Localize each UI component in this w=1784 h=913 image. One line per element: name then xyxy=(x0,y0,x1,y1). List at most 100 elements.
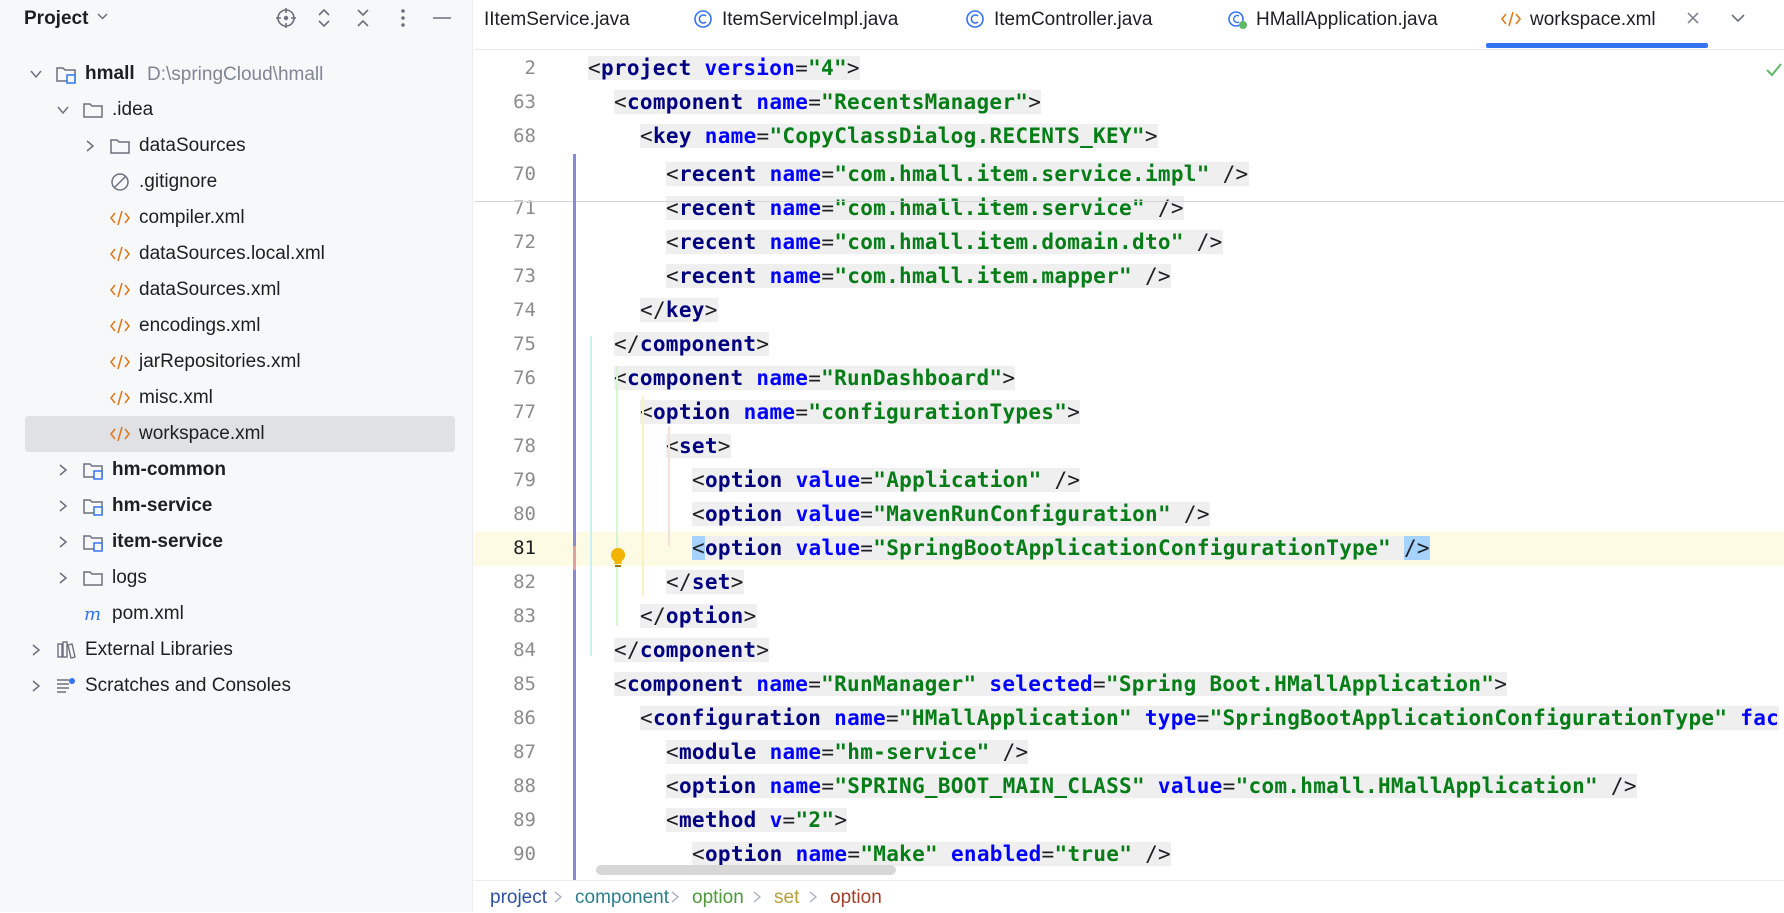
tree-item-hm-common[interactable]: hm-common xyxy=(0,452,473,488)
code-token: = xyxy=(821,774,835,798)
project-view-selector[interactable]: Project xyxy=(24,8,88,30)
code-line[interactable]: 77 <option name="configurationTypes"> xyxy=(474,396,1784,430)
no-problems-check-icon[interactable] xyxy=(1764,60,1784,80)
code-text: <component name="RunDashboard"> xyxy=(614,366,1016,390)
chevron-down-icon[interactable] xyxy=(30,68,42,80)
code-token: option xyxy=(665,604,744,628)
more-options-icon[interactable] xyxy=(392,7,414,29)
tree-item-datasources-xml[interactable]: dataSources.xml xyxy=(0,272,473,308)
code-token: </ xyxy=(666,570,692,594)
horizontal-scrollbar[interactable] xyxy=(596,865,896,875)
breadcrumb-item-1[interactable]: component xyxy=(575,887,669,909)
tab-list-chevron-icon[interactable] xyxy=(1730,10,1746,26)
code-line[interactable]: 82 </set> xyxy=(474,566,1784,600)
code-line[interactable]: 73 <recent name="com.hmall.item.mapper" /… xyxy=(474,260,1784,294)
code-line[interactable]: 86 <configuration name="HMallApplication"… xyxy=(474,702,1784,736)
chevron-right-icon[interactable] xyxy=(57,536,69,548)
code-token: </ xyxy=(640,298,666,322)
code-token xyxy=(756,808,770,832)
breadcrumb-item-3[interactable]: set xyxy=(774,887,799,909)
chevron-right-icon[interactable] xyxy=(57,500,69,512)
code-token: name xyxy=(756,90,809,114)
active-tab-indicator xyxy=(1486,43,1708,48)
code-line[interactable]: 70 <recent name="com.hmall.item.service.i… xyxy=(474,158,1784,192)
tree-item-external-libraries[interactable]: External Libraries xyxy=(0,632,473,668)
editor-tab-itemserviceimpl-java[interactable]: ItemServiceImpl.java xyxy=(684,0,956,49)
code-token: name xyxy=(795,842,848,866)
code-token: name xyxy=(769,162,822,186)
chevron-right-icon[interactable] xyxy=(84,140,96,152)
code-line[interactable]: 89 <method v="2"> xyxy=(474,804,1784,838)
code-token: < xyxy=(692,468,705,492)
breadcrumb-item-2[interactable]: option xyxy=(692,887,744,909)
code-line[interactable]: 71 <recent name="com.hmall.item.service" … xyxy=(474,192,1784,226)
code-line[interactable]: 2 <project version="4"> xyxy=(474,52,1784,86)
code-line[interactable]: 74 </key> xyxy=(474,294,1784,328)
code-line[interactable]: 80 <option value="MavenRunConfiguration" … xyxy=(474,498,1784,532)
close-tab-icon[interactable] xyxy=(1684,9,1702,27)
breadcrumb-item-4[interactable]: option xyxy=(830,887,882,909)
code-token: = xyxy=(860,502,874,526)
tree-item-datasources-local-xml[interactable]: dataSources.local.xml xyxy=(0,236,473,272)
code-line[interactable]: 78 <set> xyxy=(474,430,1784,464)
code-line[interactable]: 85 <component name="RunManager" selected=… xyxy=(474,668,1784,702)
code-line[interactable]: 63 <component name="RecentsManager"> xyxy=(474,86,1784,120)
code-token: /> xyxy=(1132,842,1172,866)
tree-item-scratches[interactable]: Scratches and Consoles xyxy=(0,668,473,704)
code-editor[interactable]: 2 <project version="4"> 63 <component name=… xyxy=(474,50,1784,880)
code-line[interactable]: 83 </option> xyxy=(474,600,1784,634)
tree-item-jarrepositories-xml[interactable]: jarRepositories.xml xyxy=(0,344,473,380)
tree-item-item-service[interactable]: item-service xyxy=(0,524,473,560)
code-token: recent xyxy=(678,162,757,186)
code-line[interactable]: 87 <module name="hm-service" /> xyxy=(474,736,1784,770)
tree-item-label: encodings.xml xyxy=(139,315,261,336)
tree-item-idea[interactable]: .idea xyxy=(0,92,473,128)
tree-item-compiler-xml[interactable]: compiler.xml xyxy=(0,200,473,236)
tree-item-datasources[interactable]: dataSources xyxy=(0,128,473,164)
code-token: /> xyxy=(1597,774,1637,798)
code-token xyxy=(782,502,796,526)
expand-all-icon[interactable] xyxy=(313,7,335,29)
code-line[interactable]: 88 <option name="SPRING_BOOT_MAIN_CLASS" … xyxy=(474,770,1784,804)
code-line[interactable]: 84 </component> xyxy=(474,634,1784,668)
tree-item-gitignore[interactable]: .gitignore xyxy=(0,164,473,200)
collapse-all-icon[interactable] xyxy=(352,7,374,29)
tree-item-logs[interactable]: logs xyxy=(0,560,473,596)
code-line-current[interactable]: 81 <option value="SpringBootApplicationCo… xyxy=(474,532,1784,566)
intention-bulb-icon[interactable] xyxy=(609,546,627,570)
code-token: < xyxy=(666,162,679,186)
tree-item-workspace-xml[interactable]: workspace.xml xyxy=(0,416,473,452)
tree-item-encodings-xml[interactable]: encodings.xml xyxy=(0,308,473,344)
line-number: 90 xyxy=(513,843,536,865)
locate-file-icon[interactable] xyxy=(275,7,297,29)
code-line[interactable]: 76 <component name="RunDashboard"> xyxy=(474,362,1784,396)
tree-item-hmall[interactable]: hmall D:\springCloud\hmall xyxy=(0,56,473,92)
tree-item-pom-xml[interactable]: m pom.xml xyxy=(0,596,473,632)
code-token: < xyxy=(666,774,679,798)
chevron-right-icon[interactable] xyxy=(57,572,69,584)
chevron-right-icon[interactable] xyxy=(57,464,69,476)
code-text: </component> xyxy=(614,638,770,662)
tree-item-hm-service[interactable]: hm-service xyxy=(0,488,473,524)
code-token: > xyxy=(834,808,848,832)
chevron-down-icon[interactable] xyxy=(97,11,108,22)
minimize-icon[interactable] xyxy=(431,7,453,29)
code-line[interactable]: 72 <recent name="com.hmall.item.domain.dt… xyxy=(474,226,1784,260)
breadcrumb-item-0[interactable]: project xyxy=(490,887,547,909)
code-token xyxy=(730,400,744,424)
editor-tab-workspace-xml[interactable]: workspace.xml xyxy=(1500,0,1740,49)
folder-icon xyxy=(83,103,103,118)
tree-item-misc-xml[interactable]: misc.xml xyxy=(0,380,473,416)
code-line[interactable]: 68 <key name="CopyClassDialog.RECENTS_KEY… xyxy=(474,120,1784,154)
class-icon xyxy=(694,10,712,28)
code-line[interactable]: 75 </component> xyxy=(474,328,1784,362)
code-text: <component name="RecentsManager"> xyxy=(614,90,1042,114)
editor-tab-hmallapplication-java[interactable]: HMallApplication.java xyxy=(1218,0,1500,49)
chevron-right-icon[interactable] xyxy=(30,644,42,656)
code-token: < xyxy=(640,124,653,148)
code-line[interactable]: 79 <option value="Application" /> xyxy=(474,464,1784,498)
editor-tab-iitemservice-java[interactable]: IItemService.java xyxy=(474,0,684,49)
chevron-down-icon[interactable] xyxy=(57,104,69,116)
editor-tab-itemcontroller-java[interactable]: ItemController.java xyxy=(956,0,1218,49)
chevron-right-icon[interactable] xyxy=(30,680,42,692)
